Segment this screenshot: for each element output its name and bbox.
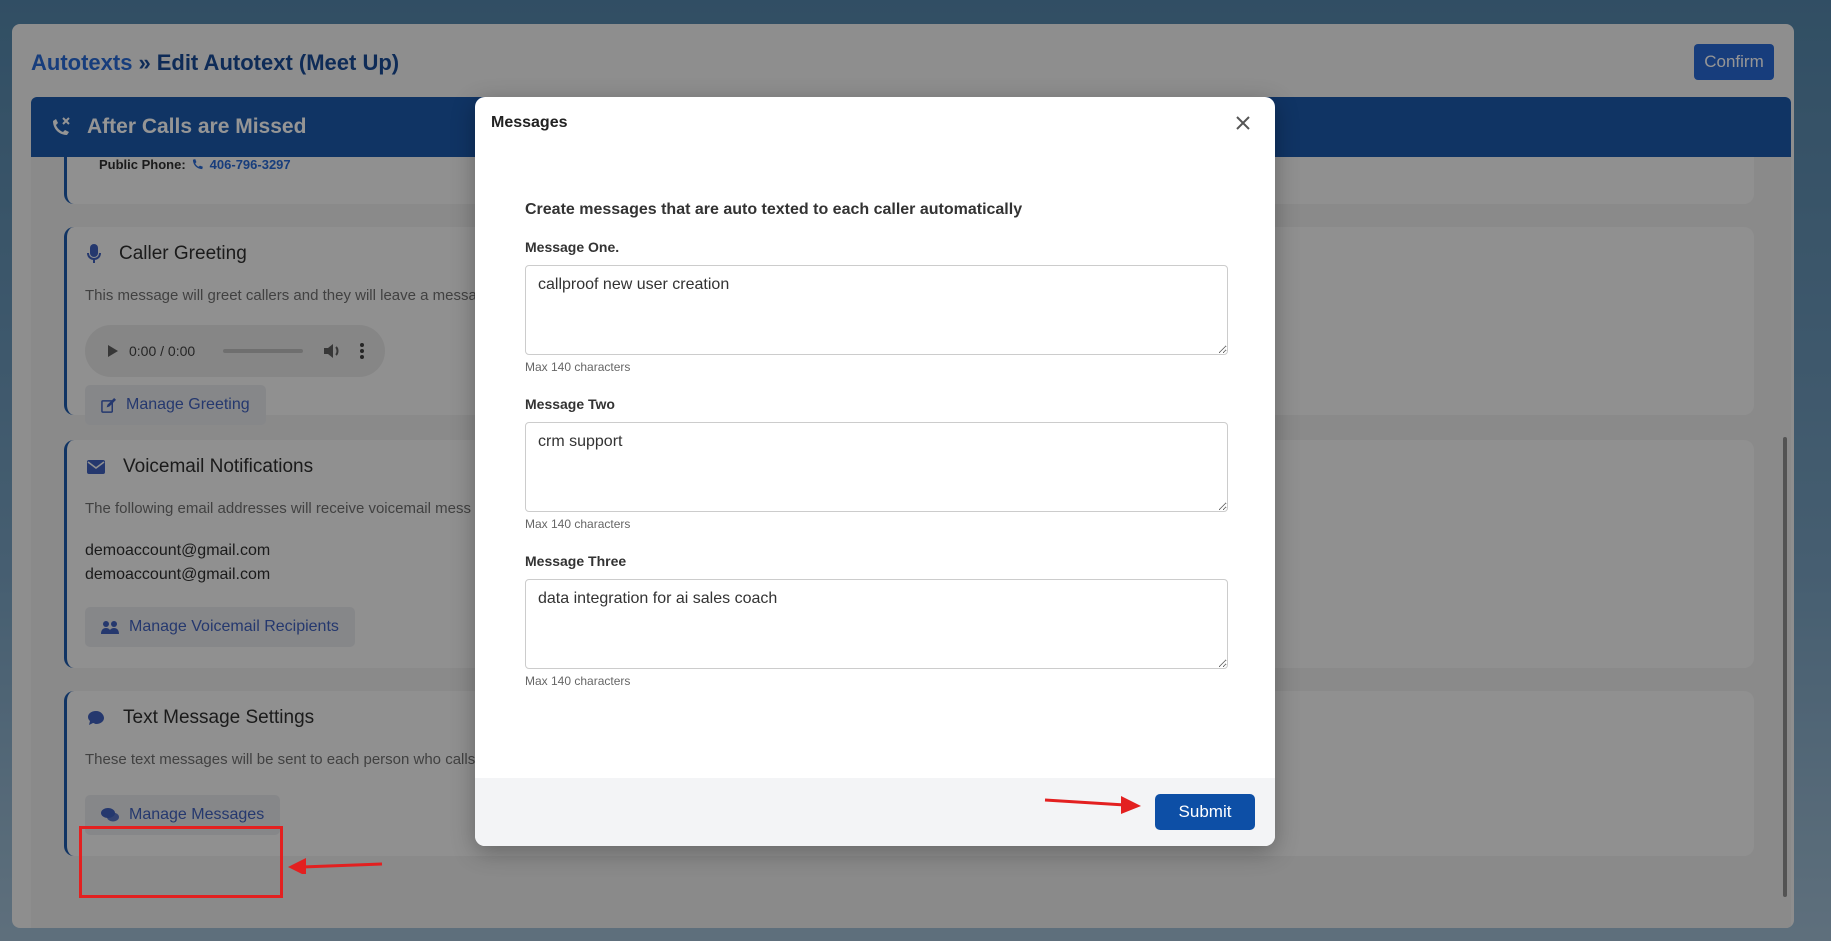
message-one-hint: Max 140 characters — [525, 360, 631, 374]
message-two-textarea[interactable]: crm support — [525, 422, 1228, 512]
message-two-label: Message Two — [525, 396, 615, 412]
modal-intro: Create messages that are auto texted to … — [525, 201, 1023, 218]
modal-close-button[interactable] — [1231, 111, 1255, 135]
message-three-textarea[interactable]: data integration for ai sales coach — [525, 579, 1228, 669]
message-one-label: Message One. — [525, 239, 620, 255]
message-two-hint: Max 140 characters — [525, 517, 631, 531]
message-three-hint: Max 140 characters — [525, 674, 631, 688]
submit-button[interactable]: Submit — [1155, 794, 1255, 830]
modal-footer: Submit — [475, 778, 1275, 846]
annotation-arrow-icon — [288, 858, 383, 874]
annotation-arrow-icon — [1044, 796, 1141, 814]
message-one-textarea[interactable]: callproof new user creation — [525, 265, 1228, 355]
messages-modal: Messages Create messages that are auto t… — [475, 97, 1275, 846]
annotation-highlight-box — [79, 826, 283, 898]
message-three-label: Message Three — [525, 553, 627, 569]
modal-title: Messages — [491, 114, 568, 131]
close-icon — [1236, 116, 1250, 130]
